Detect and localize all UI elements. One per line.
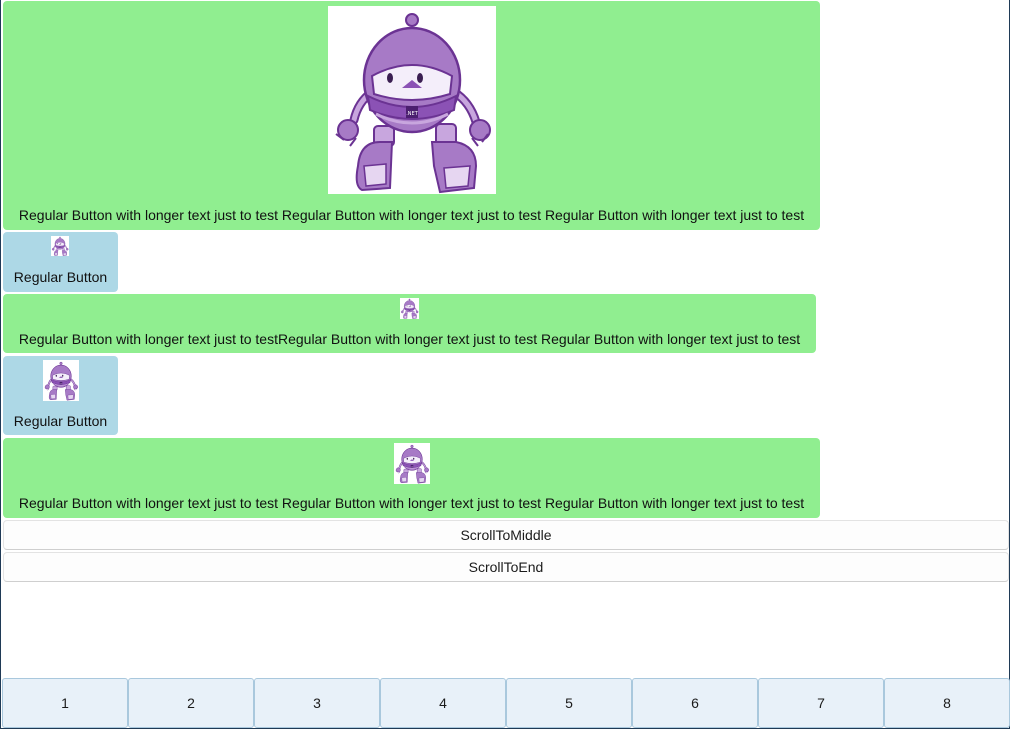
tab-2[interactable]: 2 [128, 678, 254, 728]
scroll-to-middle-button[interactable]: ScrollToMiddle [3, 520, 1009, 550]
image-button-4-label: Regular Button [13, 413, 108, 429]
tab-6[interactable]: 6 [632, 678, 758, 728]
tab-4[interactable]: 4 [380, 678, 506, 728]
tab-1[interactable]: 1 [2, 678, 128, 728]
dotnet-bot-icon [43, 360, 79, 401]
dotnet-bot-icon [51, 236, 69, 256]
dotnet-bot-icon [400, 298, 419, 319]
image-button-5[interactable]: Regular Button with longer text just to … [3, 438, 820, 518]
dotnet-bot-icon [328, 6, 496, 194]
app-window: Regular Button with longer text just to … [0, 0, 1010, 729]
image-button-2-label: Regular Button [13, 269, 108, 285]
tab-7[interactable]: 7 [758, 678, 884, 728]
tab-8[interactable]: 8 [884, 678, 1010, 728]
image-button-2[interactable]: Regular Button [3, 232, 118, 292]
tab-5[interactable]: 5 [506, 678, 632, 728]
image-button-4[interactable]: Regular Button [3, 356, 118, 435]
scroll-to-end-button[interactable]: ScrollToEnd [3, 552, 1009, 582]
image-button-1-label: Regular Button with longer text just to … [18, 207, 805, 223]
bottom-tab-bar: 1 2 3 4 5 6 7 8 [2, 678, 1010, 728]
image-button-3-label: Regular Button with longer text just to … [18, 331, 801, 347]
image-button-1[interactable]: Regular Button with longer text just to … [3, 1, 820, 230]
image-button-5-label: Regular Button with longer text just to … [18, 495, 805, 511]
tab-3[interactable]: 3 [254, 678, 380, 728]
image-button-3[interactable]: Regular Button with longer text just to … [3, 294, 816, 353]
dotnet-bot-icon [394, 443, 430, 484]
